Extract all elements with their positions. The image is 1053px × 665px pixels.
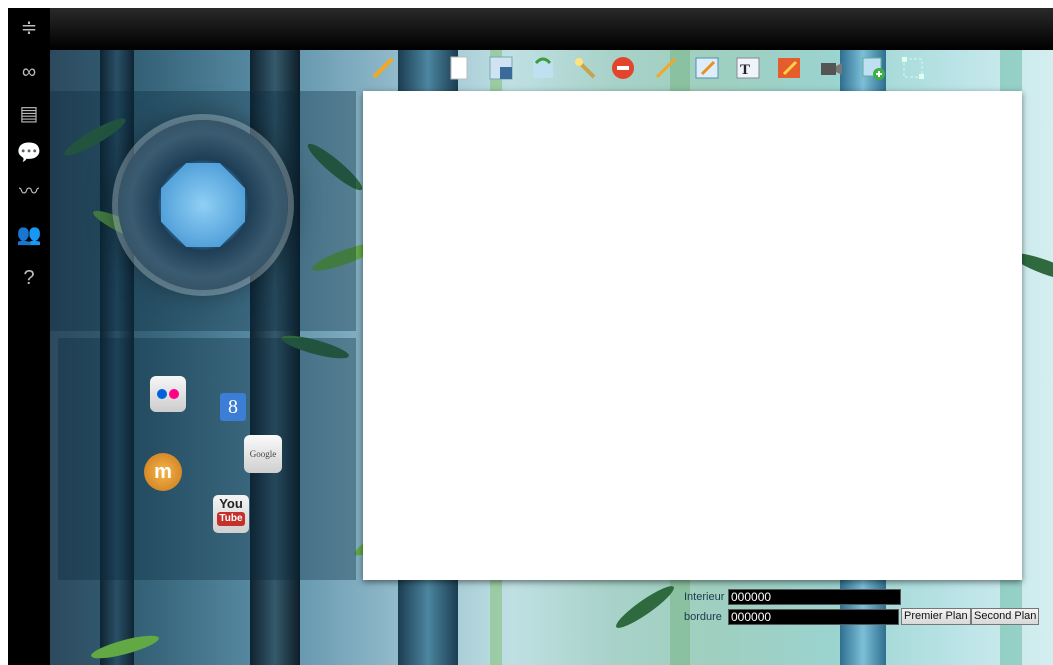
google-icon[interactable]: Google	[244, 435, 282, 473]
new-page-icon[interactable]	[446, 55, 472, 81]
app-window: 8 m Google You Tube T ≑ ∞ ▤ 💬 〰 👥 ? Inte…	[8, 8, 1053, 665]
chart-icon[interactable]: 〰	[14, 180, 44, 204]
pencil-tool-icon[interactable]	[370, 55, 396, 81]
camera-lens-icon[interactable]	[118, 120, 288, 290]
flickr-icon[interactable]	[150, 376, 186, 412]
add-image-icon[interactable]	[860, 55, 886, 81]
interieur-label: Interieur	[684, 591, 725, 603]
lens-aperture	[161, 163, 245, 247]
moodle-icon[interactable]: m	[144, 453, 182, 491]
bamboo-leaf	[612, 581, 678, 633]
bordure-label: bordure	[684, 611, 722, 623]
edit-frame-icon[interactable]	[694, 55, 720, 81]
second-plan-button[interactable]: Second Plan	[971, 608, 1040, 625]
text-tool-icon[interactable]: T	[735, 55, 761, 81]
rotate-icon[interactable]	[530, 55, 556, 81]
wand-icon[interactable]	[572, 55, 598, 81]
svg-text:T: T	[740, 62, 750, 78]
users-icon[interactable]: 👥	[14, 223, 44, 247]
interieur-color-input[interactable]	[728, 589, 901, 605]
bordure-color-input[interactable]	[728, 609, 899, 625]
top-bar	[8, 8, 1053, 50]
infinity-icon[interactable]: ∞	[14, 60, 44, 84]
youtube-icon[interactable]: You Tube	[213, 495, 249, 533]
stop-icon[interactable]	[610, 55, 636, 81]
chat-icon[interactable]: 💬	[14, 141, 44, 165]
pen-icon[interactable]	[653, 55, 679, 81]
help-icon[interactable]: ?	[14, 266, 44, 290]
signpost-icon[interactable]: ≑	[14, 16, 44, 40]
apps-panel	[58, 338, 356, 580]
youtube-label-top: You	[219, 496, 243, 511]
drawing-canvas[interactable]	[363, 91, 1022, 580]
premier-plan-button[interactable]: Premier Plan	[901, 608, 971, 625]
fill-tool-icon[interactable]	[776, 55, 802, 81]
video-icon[interactable]	[818, 55, 844, 81]
youtube-label-bottom: Tube	[217, 512, 245, 526]
select-tool-icon[interactable]	[900, 55, 926, 81]
google-plus-icon[interactable]: 8	[220, 393, 246, 421]
sidebar: ≑ ∞ ▤ 💬 〰 👥 ?	[8, 8, 50, 665]
save-icon[interactable]	[488, 55, 514, 81]
flickr-blue-dot	[157, 389, 167, 399]
flickr-pink-dot	[169, 389, 179, 399]
notepad-icon[interactable]: ▤	[14, 102, 44, 126]
